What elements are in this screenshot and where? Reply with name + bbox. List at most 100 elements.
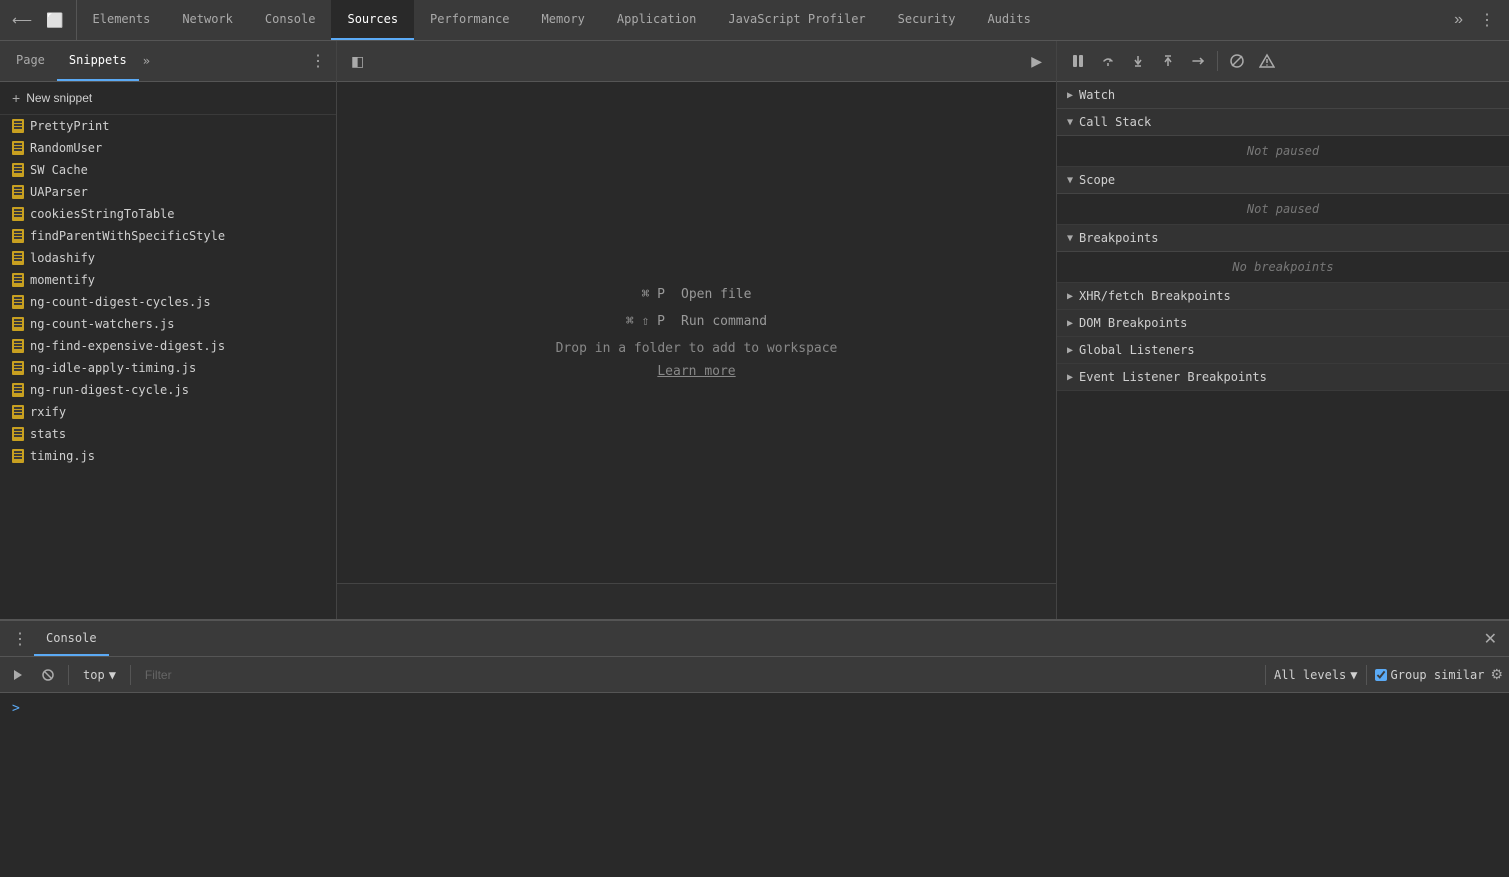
list-item[interactable]: PrettyPrint	[0, 115, 336, 137]
step-out-button[interactable]	[1155, 49, 1181, 73]
breakpoints-toggle-icon: ▼	[1067, 233, 1073, 244]
callstack-section-header[interactable]: ▼ Call Stack	[1057, 109, 1509, 136]
console-input[interactable]	[28, 701, 1497, 715]
event-listener-breakpoints-label: Event Listener Breakpoints	[1079, 370, 1267, 384]
tab-console[interactable]: Console	[249, 0, 332, 40]
shortcut-row-2: ⌘ ⇧ P Run command	[626, 314, 767, 329]
toggle-navigator-button[interactable]: ◧	[345, 49, 370, 74]
console-settings-button[interactable]: ⚙	[1490, 666, 1503, 683]
console-levels-dropdown[interactable]: All levels ▼	[1274, 668, 1357, 682]
snippet-file-icon	[12, 273, 24, 287]
tab-performance[interactable]: Performance	[414, 0, 525, 40]
right-sections: ▶ Watch ▼ Call Stack Not paused ▼ Scope …	[1057, 82, 1509, 619]
xhr-fetch-section-header[interactable]: ▶ XHR/fetch Breakpoints	[1057, 283, 1509, 310]
global-toggle-icon: ▶	[1067, 345, 1073, 356]
list-item[interactable]: SW Cache	[0, 159, 336, 181]
list-item[interactable]: ng-find-expensive-digest.js	[0, 335, 336, 357]
tab-elements[interactable]: Elements	[77, 0, 167, 40]
step-into-button[interactable]	[1125, 49, 1151, 73]
watch-section-header[interactable]: ▶ Watch	[1057, 82, 1509, 109]
back-forward-icon[interactable]: ⟵	[8, 8, 36, 33]
step-button[interactable]	[1185, 49, 1211, 73]
group-similar-toggle[interactable]: Group similar	[1375, 668, 1485, 682]
list-item[interactable]: stats	[0, 423, 336, 445]
pause-resume-button[interactable]	[1065, 49, 1091, 73]
right-panel: ▶ Watch ▼ Call Stack Not paused ▼ Scope …	[1057, 41, 1509, 619]
left-panel: Page Snippets » ⋮ + New snippet PrettyPr…	[0, 41, 337, 619]
list-item[interactable]: momentify	[0, 269, 336, 291]
sub-tab-page[interactable]: Page	[4, 41, 57, 81]
console-close-button[interactable]: ✕	[1478, 629, 1503, 649]
snippet-file-icon	[12, 163, 24, 177]
snippet-file-icon	[12, 383, 24, 397]
tab-application[interactable]: Application	[601, 0, 712, 40]
sub-tab-snippets[interactable]: Snippets	[57, 41, 139, 81]
clear-console-button[interactable]	[36, 665, 60, 685]
event-listener-breakpoints-section-header[interactable]: ▶ Event Listener Breakpoints	[1057, 364, 1509, 391]
deactivate-breakpoints-button[interactable]	[1224, 49, 1250, 73]
list-item[interactable]: RandomUser	[0, 137, 336, 159]
breakpoints-section-header[interactable]: ▼ Breakpoints	[1057, 225, 1509, 252]
list-item[interactable]: lodashify	[0, 247, 336, 269]
run-snippet-button[interactable]: ▶	[1025, 49, 1048, 74]
nav-icons: ⟵ ⬜	[0, 0, 77, 40]
console-divider-4	[1366, 665, 1367, 685]
global-listeners-section-header[interactable]: ▶ Global Listeners	[1057, 337, 1509, 364]
console-tab[interactable]: Console	[34, 621, 109, 656]
tab-network[interactable]: Network	[166, 0, 249, 40]
breakpoints-empty: No breakpoints	[1057, 252, 1509, 283]
dom-breakpoints-section-header[interactable]: ▶ DOM Breakpoints	[1057, 310, 1509, 337]
sub-tabs-chevron[interactable]: »	[139, 54, 154, 68]
more-tabs-button[interactable]: »	[1448, 7, 1469, 33]
tab-memory[interactable]: Memory	[526, 0, 601, 40]
list-item[interactable]: rxify	[0, 401, 336, 423]
scope-toggle-icon: ▼	[1067, 175, 1073, 186]
list-item[interactable]: ng-idle-apply-timing.js	[0, 357, 336, 379]
list-item[interactable]: ng-count-digest-cycles.js	[0, 291, 336, 313]
tab-audits[interactable]: Audits	[971, 0, 1046, 40]
shortcut-action-1: Open file	[681, 287, 751, 302]
list-item[interactable]: ng-run-digest-cycle.js	[0, 379, 336, 401]
shortcut-keys-1: ⌘ P	[642, 287, 665, 302]
drop-text: Drop in a folder to add to workspace	[556, 341, 838, 356]
console-tabs: ⋮ Console ✕	[0, 621, 1509, 657]
tab-javascript-profiler[interactable]: JavaScript Profiler	[712, 0, 881, 40]
console-divider-2	[130, 665, 131, 685]
dock-icon[interactable]: ⬜	[42, 8, 67, 33]
list-item[interactable]: ng-count-watchers.js	[0, 313, 336, 335]
execute-button[interactable]	[6, 665, 30, 685]
shortcut-row-1: ⌘ P Open file	[642, 287, 752, 302]
main-area: Page Snippets » ⋮ + New snippet PrettyPr…	[0, 41, 1509, 619]
tab-security[interactable]: Security	[882, 0, 972, 40]
console-drawer-dots[interactable]: ⋮	[6, 629, 34, 649]
customize-button[interactable]: ⋮	[1473, 6, 1501, 34]
console-toolbar: top ▼ All levels ▼ Group similar ⚙	[0, 657, 1509, 693]
dom-breakpoints-label: DOM Breakpoints	[1079, 316, 1187, 330]
snippet-file-icon	[12, 405, 24, 419]
breakpoints-label: Breakpoints	[1079, 231, 1158, 245]
sub-tabs-more-button[interactable]: ⋮	[304, 51, 332, 71]
callstack-toggle-icon: ▼	[1067, 117, 1073, 128]
center-toolbar: ◧ ▶	[337, 41, 1056, 82]
step-over-button[interactable]	[1095, 49, 1121, 73]
pause-on-exceptions-button[interactable]	[1254, 49, 1280, 73]
snippet-file-icon	[12, 229, 24, 243]
callstack-content: Not paused	[1057, 136, 1509, 167]
list-item[interactable]: timing.js	[0, 445, 336, 467]
list-item[interactable]: findParentWithSpecificStyle	[0, 225, 336, 247]
new-snippet-button[interactable]: + New snippet	[0, 82, 336, 115]
xhr-toggle-icon: ▶	[1067, 291, 1073, 302]
levels-dropdown-icon: ▼	[1350, 668, 1357, 682]
console-filter-input[interactable]	[139, 665, 1257, 685]
tab-sources[interactable]: Sources	[331, 0, 414, 40]
snippet-file-icon	[12, 141, 24, 155]
group-similar-checkbox[interactable]	[1375, 669, 1387, 681]
snippet-file-icon	[12, 449, 24, 463]
watch-toggle-icon: ▶	[1067, 90, 1073, 101]
learn-more-link[interactable]: Learn more	[657, 364, 735, 379]
list-item[interactable]: cookiesStringToTable	[0, 203, 336, 225]
global-listeners-label: Global Listeners	[1079, 343, 1195, 357]
console-context-select[interactable]: top ▼	[77, 665, 122, 685]
list-item[interactable]: UAParser	[0, 181, 336, 203]
scope-section-header[interactable]: ▼ Scope	[1057, 167, 1509, 194]
